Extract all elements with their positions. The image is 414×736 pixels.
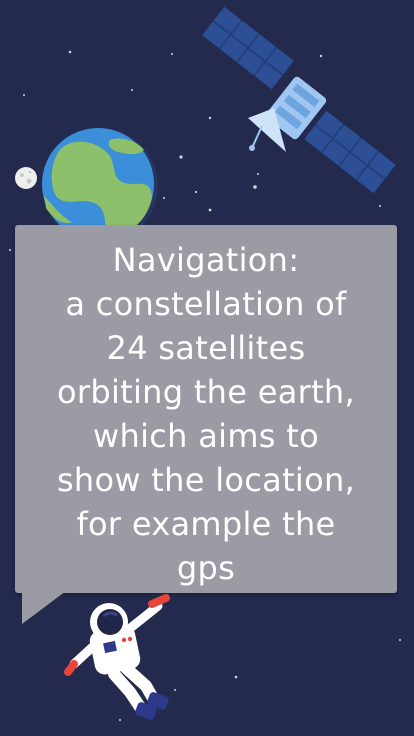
story-slide: Navigation: a constellation of 24 satell…: [0, 0, 414, 736]
astronaut-icon: [64, 594, 170, 720]
